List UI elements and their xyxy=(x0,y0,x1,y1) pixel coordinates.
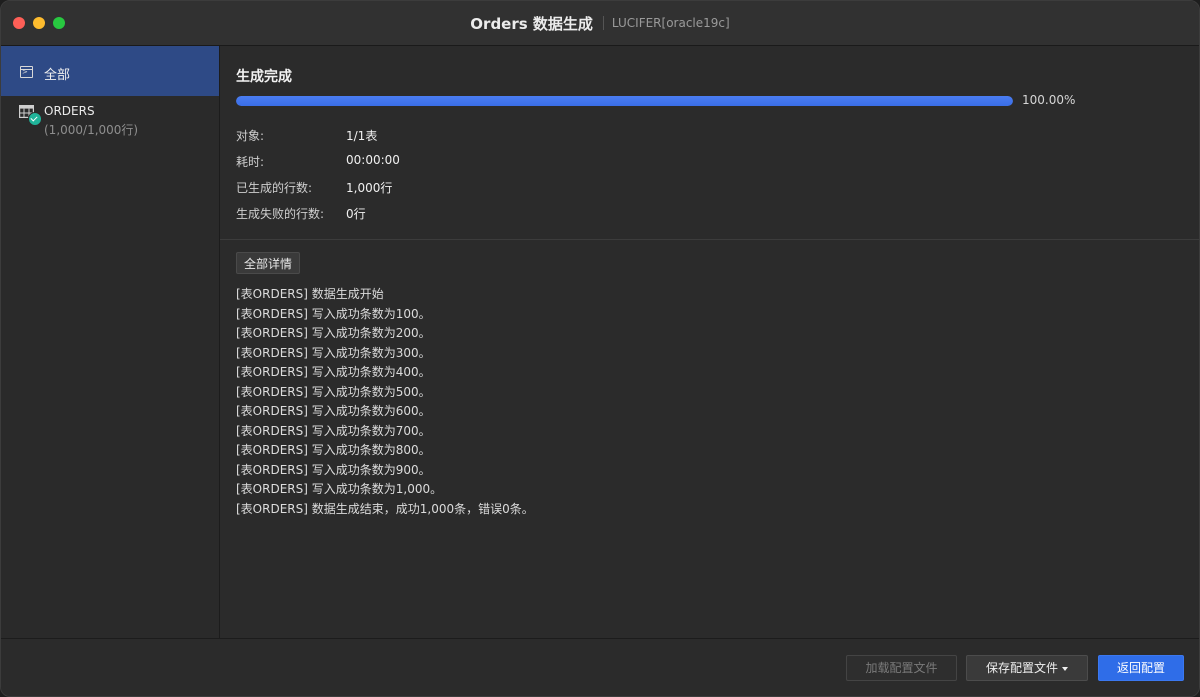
load-config-button[interactable]: 加载配置文件 xyxy=(846,655,957,681)
log-line: [表ORDERS] 写入成功条数为300。 xyxy=(236,345,431,360)
log-line: [表ORDERS] 写入成功条数为1,000。 xyxy=(236,482,443,496)
stat-value: 0行 xyxy=(346,207,366,221)
stat-label: 已生成的行数: xyxy=(236,181,313,195)
chevron-down-icon xyxy=(1062,666,1068,671)
stat-label: 对象: xyxy=(236,129,265,143)
console-icon xyxy=(20,66,33,78)
log-line: [表ORDERS] 写入成功条数为700。 xyxy=(236,423,431,438)
log-line: [表ORDERS] 写入成功条数为600。 xyxy=(236,404,431,418)
stat-value: 1/1表 xyxy=(346,129,378,143)
success-check-icon xyxy=(28,112,42,126)
stat-value: 00:00:00 xyxy=(346,153,400,167)
progress-percent: 100.00% xyxy=(1022,93,1076,107)
progress-bar-fill xyxy=(236,96,1013,106)
log-line: [表ORDERS] 数据生成开始 xyxy=(236,287,384,301)
title-bar: Orders 数据生成 LUCIFER[oracle19c] xyxy=(1,1,1199,46)
stat-value: 1,000行 xyxy=(346,181,393,195)
title-group: Orders 数据生成 LUCIFER[oracle19c] xyxy=(1,1,1199,45)
log-line: [表ORDERS] 写入成功条数为200。 xyxy=(236,326,431,340)
title-separator xyxy=(602,16,604,30)
table-name: ORDERS xyxy=(44,104,95,118)
log-line: [表ORDERS] 写入成功条数为100。 xyxy=(236,306,431,321)
log-line: [表ORDERS] 写入成功条数为400。 xyxy=(236,365,431,379)
back-to-config-button[interactable]: 返回配置 xyxy=(1098,655,1184,681)
save-config-button[interactable]: 保存配置文件 xyxy=(966,655,1088,681)
section-divider xyxy=(220,239,1199,240)
log-line: [表ORDERS] 数据生成结束，成功1,000条，错误0条。 xyxy=(236,501,534,516)
connection-name: LUCIFER[oracle19c] xyxy=(611,16,730,30)
stat-label: 耗时: xyxy=(236,155,265,169)
progress-bar xyxy=(236,96,1013,106)
footer-bar: 加载配置文件 保存配置文件 返回配置 xyxy=(1,638,1199,696)
stat-label: 生成失败的行数: xyxy=(236,207,325,221)
status-title: 生成完成 xyxy=(236,69,292,85)
sidebar-item-all-label: 全部 xyxy=(44,68,71,83)
all-details-button[interactable]: 全部详情 xyxy=(236,252,301,274)
log-line: [表ORDERS] 写入成功条数为900。 xyxy=(236,462,431,477)
window-title: Orders 数据生成 xyxy=(470,14,593,33)
log-line: [表ORDERS] 写入成功条数为800。 xyxy=(236,443,431,457)
log-list: [表ORDERS] 数据生成开始 [表ORDERS] 写入成功条数为100。 [表O… xyxy=(236,285,534,519)
data-generation-window: Orders 数据生成 LUCIFER[oracle19c] 全部 ORDERS… xyxy=(0,0,1200,697)
main-panel: 生成完成 100.00% 对象: 1/1表 耗时: 00:00:00 已生成的行… xyxy=(220,46,1199,638)
sidebar-item-all[interactable]: 全部 xyxy=(1,46,219,96)
log-line: [表ORDERS] 写入成功条数为500。 xyxy=(236,384,431,399)
table-row-count: (1,000/1,000行) xyxy=(44,123,139,137)
save-config-label: 保存配置文件 xyxy=(985,661,1058,675)
